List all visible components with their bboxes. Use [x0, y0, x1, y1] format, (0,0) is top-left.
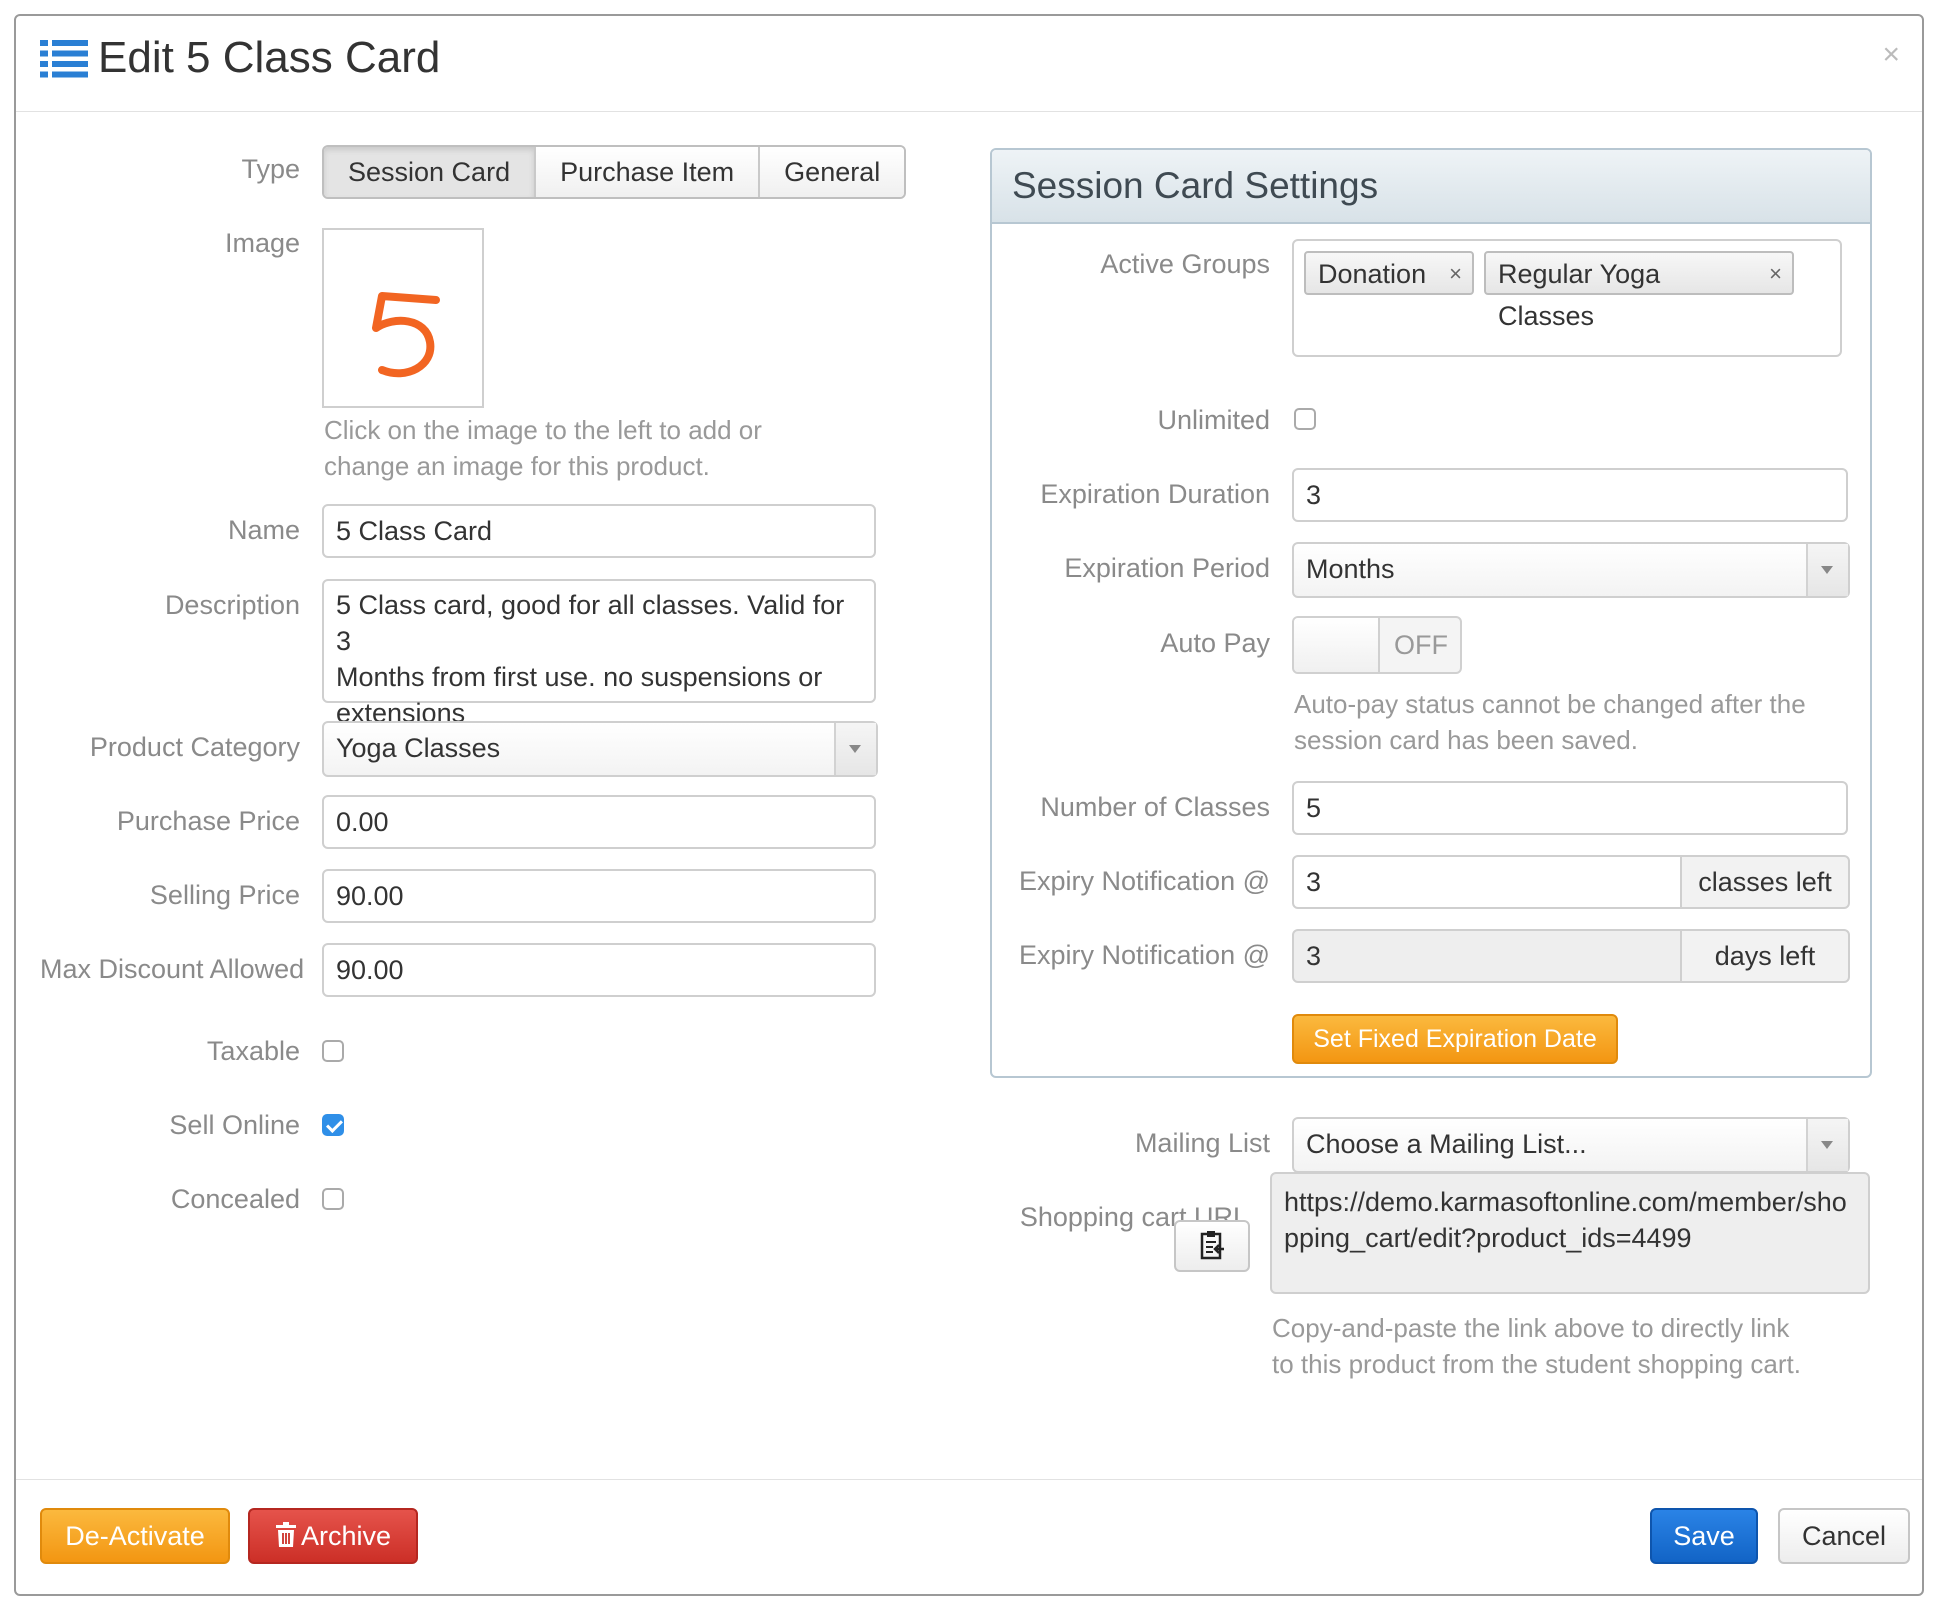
- unlimited-checkbox[interactable]: [1294, 408, 1316, 430]
- shopping-cart-url-field[interactable]: https://demo.karmasoftonline.com/member/…: [1270, 1172, 1870, 1294]
- expiry-classes-input[interactable]: 3: [1292, 855, 1682, 909]
- tag-donation: Donation ×: [1304, 251, 1474, 295]
- purchase-price-label: Purchase Price: [116, 806, 300, 836]
- product-category-select[interactable]: Yoga Classes: [322, 721, 878, 777]
- edit-product-dialog: Edit 5 Class Card × Type Session Card Pu…: [14, 14, 1924, 1596]
- expiration-period-select[interactable]: Months: [1292, 542, 1850, 598]
- tag-regular-yoga-label: Regular Yoga Classes: [1498, 259, 1661, 331]
- description-line2: Months from first use. no suspensions or: [336, 662, 823, 692]
- sell-online-label: Sell Online: [169, 1110, 300, 1140]
- type-option-general[interactable]: General: [760, 147, 905, 197]
- shopping-cart-help-line2: to this product from the student shoppin…: [1272, 1349, 1801, 1379]
- dialog-header: Edit 5 Class Card ×: [16, 16, 1922, 112]
- name-label: Name: [227, 515, 300, 545]
- digit-five-image: [372, 292, 440, 378]
- image-help-line1: Click on the image to the left to add or: [324, 415, 762, 445]
- tag-donation-label: Donation: [1318, 259, 1427, 289]
- mailing-list-label: Mailing List: [1134, 1128, 1270, 1158]
- copy-url-button[interactable]: [1174, 1220, 1250, 1272]
- remove-tag-icon[interactable]: ×: [1769, 253, 1782, 295]
- type-option-purchase-item[interactable]: Purchase Item: [536, 147, 761, 197]
- tag-regular-yoga-classes: Regular Yoga Classes ×: [1484, 251, 1794, 331]
- max-discount-label: Max Discount Allowed: [40, 954, 305, 984]
- selling-price-label: Selling Price: [149, 880, 300, 910]
- toggle-handle: [1294, 618, 1380, 672]
- sell-online-checkbox[interactable]: [322, 1114, 344, 1136]
- auto-pay-label: Auto Pay: [1160, 628, 1270, 658]
- expiry-days-input[interactable]: 3: [1292, 929, 1682, 983]
- dialog-title: Edit 5 Class Card: [98, 33, 441, 82]
- unlimited-label: Unlimited: [1157, 405, 1270, 435]
- auto-pay-help-line2: session card has been saved.: [1294, 725, 1638, 755]
- chevron-down-icon: [1806, 544, 1848, 596]
- expiration-duration-input[interactable]: 3: [1292, 468, 1848, 522]
- auto-pay-state: OFF: [1394, 630, 1448, 660]
- mailing-list-select[interactable]: Choose a Mailing List...: [1292, 1117, 1850, 1173]
- expiry-classes-label: Expiry Notification @: [1019, 866, 1270, 896]
- expiration-duration-label: Expiration Duration: [1040, 479, 1270, 509]
- shopping-cart-help-line1: Copy-and-paste the link above to directl…: [1272, 1313, 1790, 1343]
- remove-tag-icon[interactable]: ×: [1449, 253, 1462, 295]
- name-input[interactable]: 5 Class Card: [322, 504, 876, 558]
- concealed-label: Concealed: [170, 1184, 300, 1214]
- purchase-price-input[interactable]: 0.00: [322, 795, 876, 849]
- image-help-line2: change an image for this product.: [324, 451, 710, 481]
- description-textarea[interactable]: 5 Class card, good for all classes. Vali…: [322, 579, 876, 728]
- trash-icon: [275, 1522, 296, 1547]
- active-groups-label: Active Groups: [1100, 249, 1270, 279]
- archive-button[interactable]: Archive: [248, 1508, 418, 1564]
- type-label: Type: [241, 154, 300, 184]
- taxable-label: Taxable: [206, 1036, 300, 1066]
- archive-label: Archive: [300, 1521, 392, 1551]
- product-category-value: Yoga Classes: [336, 733, 501, 763]
- days-left-addon: days left: [1680, 929, 1850, 983]
- set-fixed-expiration-button[interactable]: Set Fixed Expiration Date: [1292, 1014, 1618, 1064]
- mailing-list-value: Choose a Mailing List...: [1306, 1129, 1587, 1159]
- close-icon[interactable]: ×: [1882, 38, 1900, 72]
- image-label: Image: [224, 228, 300, 258]
- description-line1: 5 Class card, good for all classes. Vali…: [336, 590, 845, 656]
- clipboard-icon: [1200, 1231, 1224, 1260]
- classes-left-addon: classes left: [1680, 855, 1850, 909]
- auto-pay-help-line1: Auto-pay status cannot be changed after …: [1294, 689, 1806, 719]
- concealed-checkbox[interactable]: [322, 1188, 344, 1210]
- panel-header: Session Card Settings: [992, 150, 1870, 224]
- chevron-down-icon: [834, 723, 876, 775]
- product-image[interactable]: [322, 228, 484, 408]
- expiration-period-label: Expiration Period: [1064, 553, 1270, 583]
- dialog-footer: De-Activate Archive Save Cancel: [16, 1479, 1922, 1594]
- panel-title: Session Card Settings: [1012, 165, 1379, 206]
- chevron-down-icon: [1806, 1119, 1848, 1171]
- expiry-days-label: Expiry Notification @: [1019, 940, 1270, 970]
- list-icon: [40, 40, 88, 78]
- active-groups-input[interactable]: Donation × Regular Yoga Classes ×: [1292, 239, 1842, 357]
- number-of-classes-input[interactable]: 5: [1292, 781, 1848, 835]
- deactivate-button[interactable]: De-Activate: [40, 1508, 230, 1564]
- max-discount-input[interactable]: 90.00: [322, 943, 876, 997]
- taxable-checkbox[interactable]: [322, 1040, 344, 1062]
- expiration-period-value: Months: [1306, 554, 1395, 584]
- product-category-label: Product Category: [89, 732, 300, 762]
- save-button[interactable]: Save: [1650, 1508, 1758, 1564]
- auto-pay-toggle[interactable]: OFF: [1292, 616, 1462, 674]
- selling-price-input[interactable]: 90.00: [322, 869, 876, 923]
- cancel-button[interactable]: Cancel: [1778, 1508, 1910, 1564]
- description-label: Description: [164, 590, 300, 620]
- type-segmented-control: Session Card Purchase Item General: [322, 145, 907, 199]
- number-of-classes-label: Number of Classes: [1040, 792, 1270, 822]
- type-option-session-card[interactable]: Session Card: [324, 147, 537, 197]
